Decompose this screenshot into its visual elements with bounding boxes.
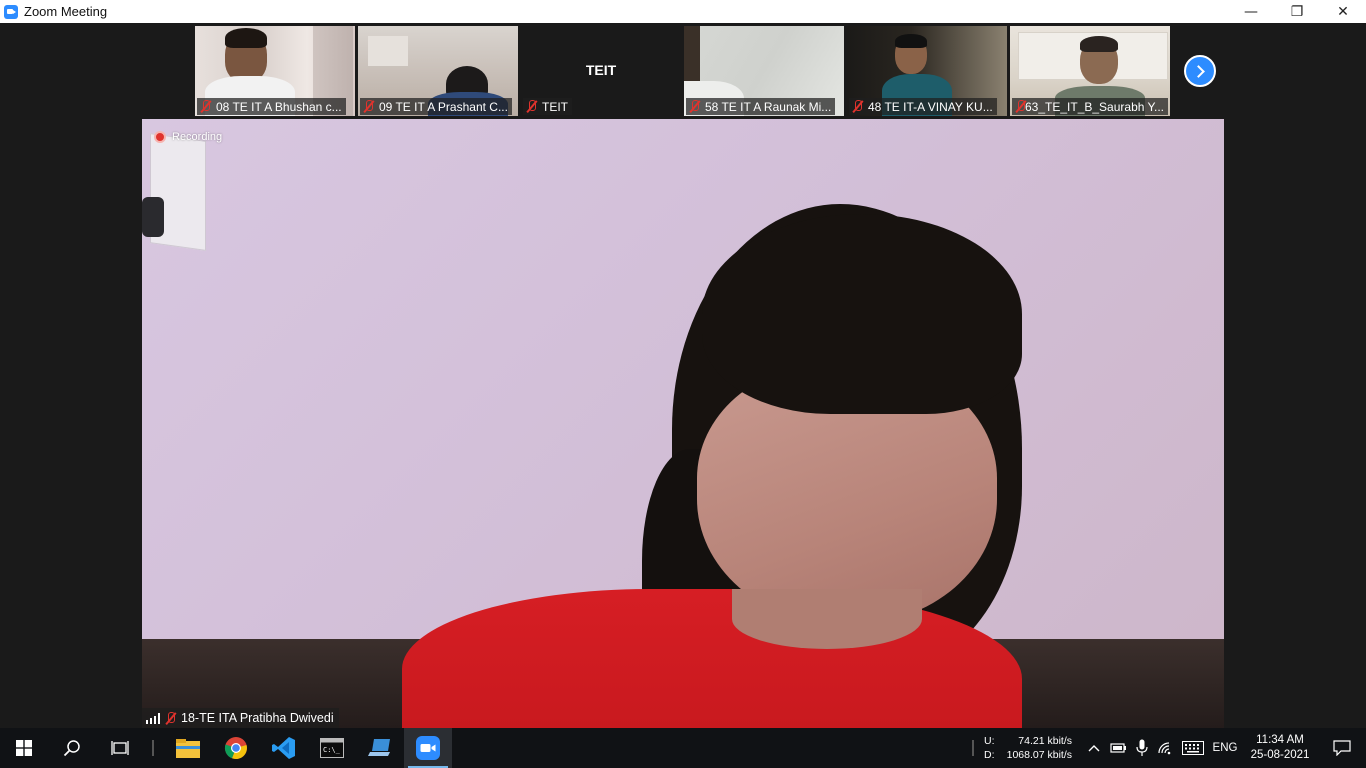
- chrome-icon: [224, 737, 247, 760]
- chrome-button[interactable]: [212, 728, 260, 768]
- download-label: D:: [984, 748, 995, 761]
- participant-thumbnail[interactable]: 58 TE IT A Raunak Mi...: [684, 26, 844, 116]
- minimize-button[interactable]: —: [1228, 0, 1274, 23]
- muted-mic-icon: [363, 100, 375, 113]
- network-speed-meter[interactable]: U: 74.21 kbit/s D: 1068.07 kbit/s: [984, 735, 1072, 762]
- notification-icon: [1333, 740, 1351, 756]
- wifi-button[interactable]: [1154, 728, 1178, 768]
- laptop-app-icon: [368, 739, 390, 756]
- participant-name-label: 48 TE IT-A VINAY KU...: [849, 98, 997, 115]
- keyboard-icon: [1182, 741, 1204, 755]
- participant-name-label: 63_TE_IT_B_Saurabh Y...: [1012, 98, 1168, 115]
- battery-button[interactable]: [1106, 728, 1130, 768]
- participant-name-label: 09 TE IT A Prashant C...: [360, 98, 512, 115]
- next-page-button[interactable]: [1184, 55, 1216, 87]
- input-language-indicator[interactable]: ENG: [1208, 742, 1242, 754]
- clock-date: 25-08-2021: [1250, 749, 1310, 761]
- system-tray: U: 74.21 kbit/s D: 1068.07 kbit/s ENG 11…: [972, 728, 1366, 768]
- wall-socket: [142, 197, 164, 237]
- show-hidden-icons-button[interactable]: [1082, 728, 1106, 768]
- participant-name-label: 08 TE IT A Bhushan c...: [197, 98, 346, 115]
- participant-name-label: TEIT: [523, 98, 572, 115]
- zoom-taskbar-button[interactable]: [404, 728, 452, 768]
- meeting-area: 08 TE IT A Bhushan c... 09 TE IT A Prash…: [0, 23, 1366, 728]
- participant-name: TEIT: [542, 99, 568, 114]
- battery-icon: [1110, 743, 1126, 753]
- terminal-button[interactable]: C:\_: [308, 728, 356, 768]
- window-title: Zoom Meeting: [24, 4, 108, 19]
- muted-mic-icon: [165, 711, 177, 725]
- participant-name: 08 TE IT A Bhushan c...: [216, 99, 342, 114]
- windows-logo-icon: [16, 740, 32, 756]
- participant-name-label: 58 TE IT A Raunak Mi...: [686, 98, 836, 115]
- participant-thumbnail[interactable]: 63_TE_IT_B_Saurabh Y...: [1010, 26, 1170, 116]
- participant-name: 48 TE IT-A VINAY KU...: [868, 99, 993, 114]
- muted-mic-icon: [852, 100, 864, 113]
- task-view-icon: [111, 741, 129, 755]
- tray-divider: [972, 740, 974, 756]
- restore-button[interactable]: ❐: [1274, 0, 1320, 23]
- download-speed: 1068.07 kbit/s: [1006, 748, 1072, 761]
- participant-thumbnail[interactable]: TEIT TEIT: [521, 26, 681, 116]
- laptop-app-button[interactable]: [356, 728, 404, 768]
- wifi-icon: [1158, 742, 1171, 755]
- fringe: [702, 214, 1022, 414]
- active-speaker-video[interactable]: Recording 18-TE ITA Pratibha Dwivedi: [142, 119, 1224, 728]
- participant-thumbnail[interactable]: 48 TE IT-A VINAY KU...: [847, 26, 1007, 116]
- upload-label: U:: [984, 734, 995, 747]
- taskbar-divider: [152, 740, 154, 756]
- muted-mic-icon: [200, 100, 212, 113]
- muted-mic-icon: [526, 100, 538, 113]
- start-button[interactable]: [0, 728, 48, 768]
- participant-thumbnail[interactable]: 09 TE IT A Prashant C...: [358, 26, 518, 116]
- zoom-icon: [416, 736, 440, 760]
- file-explorer-icon: [176, 739, 200, 758]
- search-icon: [63, 740, 80, 757]
- collar: [732, 589, 922, 649]
- recording-indicator: Recording: [154, 131, 222, 143]
- chevron-right-icon: [1191, 64, 1205, 78]
- clock-time: 11:34 AM: [1256, 734, 1304, 746]
- signal-strength-icon: [146, 712, 160, 724]
- system-clock[interactable]: 11:34 AM 25-08-2021: [1242, 733, 1318, 763]
- vscode-button[interactable]: [260, 728, 308, 768]
- participant-avatar-name: TEIT: [585, 62, 617, 78]
- terminal-icon: C:\_: [320, 738, 344, 758]
- title-bar: Zoom Meeting — ❐ ✕: [0, 0, 1366, 23]
- recording-icon: [154, 131, 166, 143]
- svg-text:C:\_: C:\_: [323, 746, 341, 754]
- speaker-name-label: 18-TE ITA Pratibha Dwivedi: [142, 708, 339, 728]
- participant-thumbnail[interactable]: 08 TE IT A Bhushan c...: [195, 26, 355, 116]
- file-explorer-button[interactable]: [164, 728, 212, 768]
- participant-name: 09 TE IT A Prashant C...: [379, 99, 508, 114]
- chevron-up-icon: [1088, 745, 1100, 752]
- muted-mic-icon: [689, 100, 701, 113]
- participant-name: 58 TE IT A Raunak Mi...: [705, 99, 832, 114]
- upload-speed: 74.21 kbit/s: [1018, 734, 1072, 747]
- microphone-icon: [1136, 739, 1148, 756]
- participant-name: 63_TE_IT_B_Saurabh Y...: [1025, 99, 1164, 114]
- touch-keyboard-button[interactable]: [1178, 728, 1208, 768]
- search-button[interactable]: [48, 728, 96, 768]
- microphone-button[interactable]: [1130, 728, 1154, 768]
- zoom-app-icon: [4, 4, 18, 19]
- close-button[interactable]: ✕: [1320, 0, 1366, 23]
- window-controls: — ❐ ✕: [1228, 0, 1366, 23]
- action-center-button[interactable]: [1318, 728, 1366, 768]
- speaker-name: 18-TE ITA Pratibha Dwivedi: [181, 711, 334, 725]
- windows-taskbar: C:\_ U: 74.21 kbit/s D: 1068.07 kbit/s E…: [0, 728, 1366, 768]
- muted-mic-icon: [1015, 100, 1025, 113]
- vscode-icon: [272, 737, 295, 759]
- recording-label: Recording: [172, 131, 223, 143]
- task-view-button[interactable]: [96, 728, 144, 768]
